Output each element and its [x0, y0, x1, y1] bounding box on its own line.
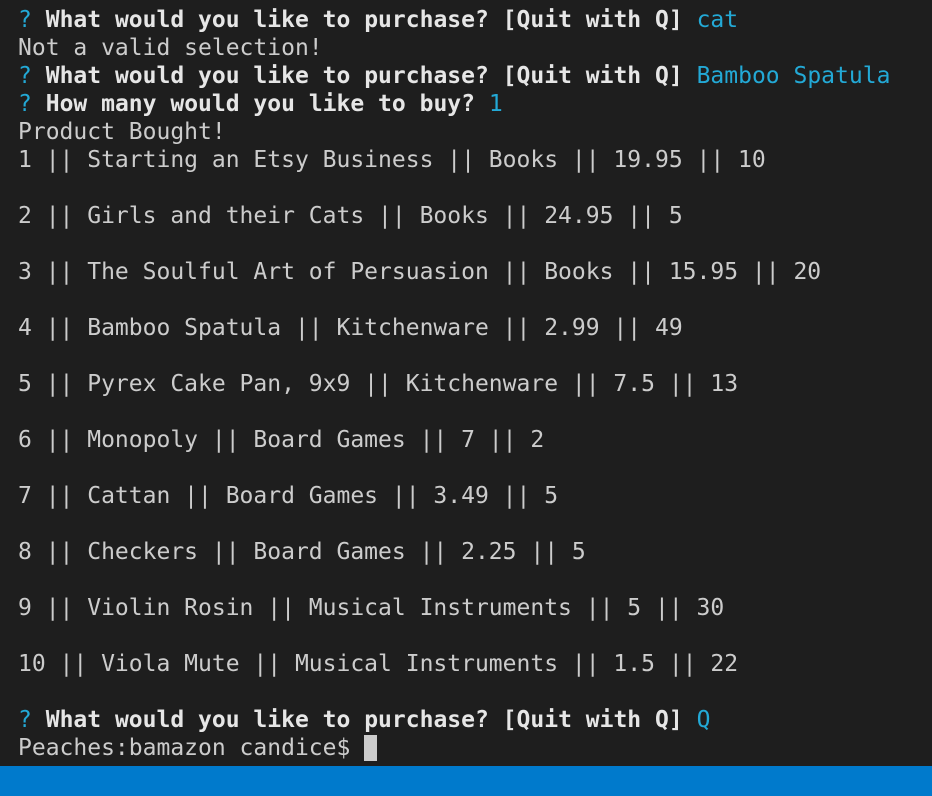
shell-line[interactable]: Peaches:bamazon candice$: [18, 734, 932, 762]
success-message: Product Bought!: [18, 119, 226, 145]
question-mark: ?: [18, 91, 32, 117]
prompt-answer: cat: [696, 7, 739, 33]
error-message: Not a valid selection!: [18, 35, 323, 61]
prompt-answer: Bamboo Spatula: [696, 63, 891, 89]
product-row: 10 || Viola Mute || Musical Instruments …: [18, 651, 739, 677]
product-row: 9 || Violin Rosin || Musical Instruments…: [18, 595, 725, 621]
prompt-answer: Q: [696, 707, 711, 733]
status-bar: [0, 766, 932, 796]
question-mark: ?: [18, 63, 32, 89]
prompt-text: What would you like to purchase? [Quit w…: [45, 7, 683, 33]
prompt-text: What would you like to purchase? [Quit w…: [45, 63, 683, 89]
prompt-line: ? How many would you like to buy? 1: [18, 90, 932, 118]
question-mark: ?: [18, 707, 32, 733]
product-row: 5 || Pyrex Cake Pan, 9x9 || Kitchenware …: [18, 371, 739, 397]
product-row: 6 || Monopoly || Board Games || 7 || 2: [18, 427, 545, 453]
prompt-line: ? What would you like to purchase? [Quit…: [18, 62, 932, 90]
product-row: 8 || Checkers || Board Games || 2.25 || …: [18, 539, 586, 565]
shell-prompt: Peaches:bamazon candice$: [18, 735, 365, 761]
product-row: 1 || Starting an Etsy Business || Books …: [18, 147, 766, 173]
prompt-line: ? What would you like to purchase? [Quit…: [18, 706, 932, 734]
prompt-text: How many would you like to buy?: [45, 91, 475, 117]
product-row: 2 || Girls and their Cats || Books || 24…: [18, 203, 683, 229]
product-row: 4 || Bamboo Spatula || Kitchenware || 2.…: [18, 315, 683, 341]
question-mark: ?: [18, 7, 32, 33]
prompt-text: What would you like to purchase? [Quit w…: [45, 707, 683, 733]
product-row: 7 || Cattan || Board Games || 3.49 || 5: [18, 483, 559, 509]
text-cursor: [364, 735, 378, 761]
prompt-line: ? What would you like to purchase? [Quit…: [18, 6, 932, 34]
product-row: 3 || The Soulful Art of Persuasion || Bo…: [18, 259, 822, 285]
prompt-answer: 1: [488, 91, 503, 117]
terminal-output[interactable]: ? What would you like to purchase? [Quit…: [0, 0, 932, 766]
